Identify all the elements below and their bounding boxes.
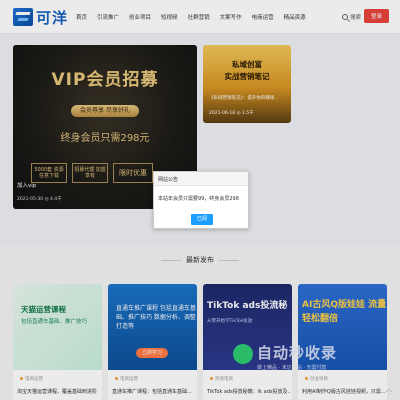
modal-title: 网站公告 [154, 172, 248, 186]
modal-confirm-button[interactable]: 已阅 [191, 214, 213, 225]
announcement-modal: 网站公告 本站年会员只需要99，终身会员298 已阅 [153, 171, 249, 229]
modal-body: 本站年会员只需要99，终身会员298 [158, 196, 239, 202]
